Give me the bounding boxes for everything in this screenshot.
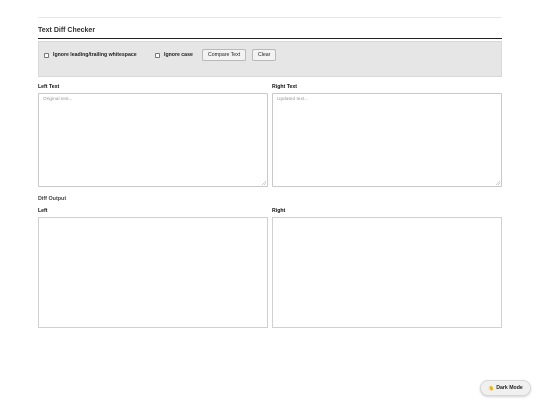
diff-right-output <box>272 217 502 328</box>
ignore-case-option[interactable]: Ignore case <box>155 51 193 59</box>
moon-icon <box>488 385 494 391</box>
left-text-placeholder: Original text... <box>43 97 73 102</box>
diff-left-output <box>38 217 268 328</box>
right-text-placeholder: Updated text... <box>277 97 309 102</box>
options-toolbar: Ignore leading/trailing whitespace Ignor… <box>38 41 502 77</box>
ignore-case-checkbox[interactable] <box>155 52 160 58</box>
text-diff-checker-page: Text Diff Checker Ignore leading/trailin… <box>0 0 540 405</box>
resize-handle-icon[interactable] <box>262 181 266 185</box>
left-text-label: Left Text <box>38 84 60 90</box>
diff-right-label: Right <box>272 208 286 214</box>
ignore-whitespace-checkbox[interactable] <box>44 52 49 58</box>
compare-text-button[interactable]: Compare Text <box>202 49 247 61</box>
right-text-input[interactable]: Updated text... <box>272 93 502 187</box>
diff-output-title: Diff Output <box>38 196 67 202</box>
right-text-label: Right Text <box>272 84 297 90</box>
left-text-input[interactable]: Original text... <box>38 93 268 187</box>
ignore-case-label: Ignore case <box>164 52 193 58</box>
clear-button[interactable]: Clear <box>252 49 277 61</box>
title-divider <box>38 38 502 39</box>
diff-left-label: Left <box>38 208 48 214</box>
dark-mode-label: Dark Mode <box>496 385 523 391</box>
resize-handle-icon[interactable] <box>496 181 500 185</box>
top-divider <box>38 17 502 18</box>
ignore-whitespace-option[interactable]: Ignore leading/trailing whitespace <box>44 51 137 59</box>
dark-mode-toggle-button[interactable]: Dark Mode <box>480 380 531 396</box>
ignore-whitespace-label: Ignore leading/trailing whitespace <box>53 52 137 58</box>
page-title: Text Diff Checker <box>38 27 96 34</box>
